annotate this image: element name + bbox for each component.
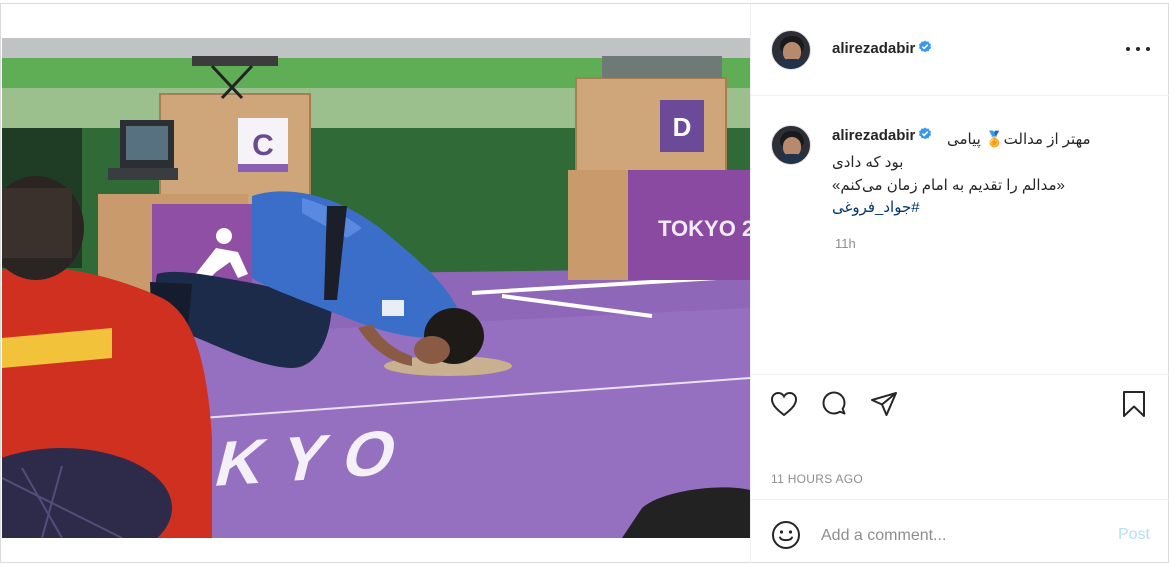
like-button[interactable]: [769, 389, 803, 423]
post-caption: alirezadabir مهتر از مدالت🏅 پیامی بود که…: [751, 97, 1169, 373]
more-options-button[interactable]: [1126, 40, 1150, 58]
post-container: TOKYO C D TOKYO 20: [0, 3, 1169, 564]
header-username-text[interactable]: alirezadabir: [832, 40, 915, 57]
comment-icon: [822, 391, 846, 415]
comment-button[interactable]: [819, 389, 853, 423]
verified-icon: [919, 127, 932, 140]
header-username[interactable]: alirezadabir: [832, 40, 932, 57]
photo-board-c: C: [252, 129, 274, 162]
post-header: alirezadabir: [751, 4, 1169, 96]
share-button[interactable]: [869, 389, 903, 423]
posted-time[interactable]: 11 HOURS AGO: [771, 472, 863, 486]
caption-username-text[interactable]: alirezadabir: [832, 127, 915, 144]
caption-line-1: مهتر از مدالت🏅 پیامی: [947, 131, 1091, 148]
save-button[interactable]: [1119, 389, 1153, 423]
comment-input[interactable]: [821, 524, 1101, 548]
emoji-icon[interactable]: [771, 520, 801, 550]
bookmark-icon: [1123, 391, 1145, 417]
comment-bar: Post: [751, 499, 1169, 564]
caption-line-3: «مدالم را تقدیم به امام زمان می‌کنم»: [832, 177, 1065, 194]
caption-username[interactable]: alirezadabir: [832, 127, 932, 144]
post-photo[interactable]: TOKYO C D TOKYO 20: [2, 38, 750, 538]
post-sidebar: alirezadabir alirezadabir مهتر از مدالت🏅…: [750, 4, 1169, 564]
photo-banner-text: TOKYO 20: [658, 216, 750, 241]
heart-icon: [770, 391, 798, 417]
post-actions: 11 HOURS AGO: [751, 374, 1169, 499]
more-icon: [1126, 47, 1130, 51]
share-icon: [871, 392, 897, 416]
caption-time[interactable]: 11h: [835, 236, 856, 251]
verified-icon: [919, 40, 932, 53]
caption-hashtag[interactable]: #جواد_فروغی: [832, 198, 920, 216]
caption-avatar[interactable]: [771, 125, 811, 165]
post-comment-button[interactable]: Post: [1118, 526, 1150, 544]
avatar[interactable]: [771, 30, 811, 70]
caption-line-2: بود که دادی: [832, 154, 904, 171]
photo-board-d: D: [673, 112, 692, 142]
